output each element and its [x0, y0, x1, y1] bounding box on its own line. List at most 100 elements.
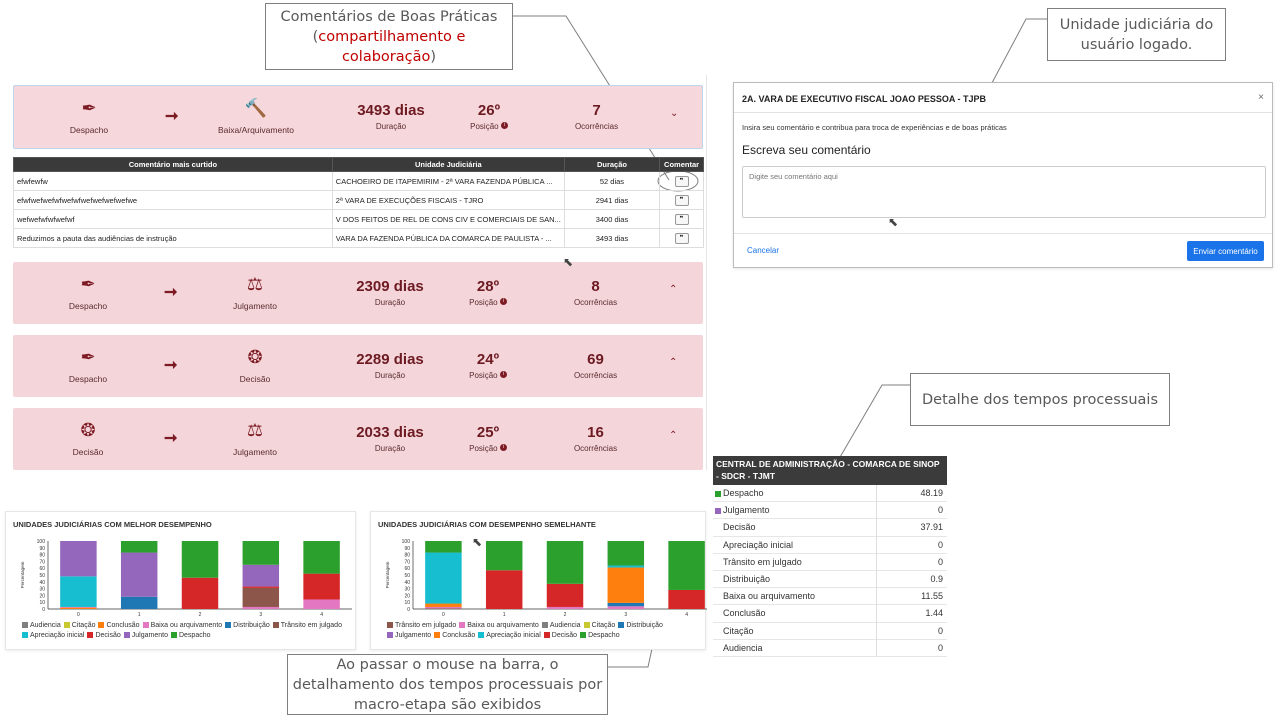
- y-tick-label: 50: [39, 573, 45, 579]
- bar-segment[interactable]: [120, 552, 158, 597]
- bar-segment[interactable]: [242, 541, 280, 565]
- bar-segment[interactable]: [607, 541, 645, 566]
- legend-item[interactable]: Citação: [63, 621, 95, 631]
- legend-item[interactable]: Julgamento: [387, 631, 431, 641]
- legend-item[interactable]: Apreciação inicial: [478, 631, 541, 641]
- divider: [876, 485, 877, 656]
- detail-row: Despacho 48.19: [713, 485, 947, 503]
- legend-item[interactable]: Distribuição: [618, 621, 663, 631]
- bar-segment[interactable]: [607, 565, 645, 568]
- bar-segment[interactable]: [425, 603, 462, 607]
- bar-segment[interactable]: [303, 599, 340, 609]
- bar-segment[interactable]: [60, 607, 97, 609]
- bar-segment[interactable]: [242, 606, 280, 609]
- bar-segment[interactable]: [607, 602, 645, 607]
- legend-item[interactable]: Julgamento: [123, 631, 168, 641]
- info-icon[interactable]: i: [500, 122, 508, 129]
- bar-segment[interactable]: [60, 541, 97, 577]
- legend-item[interactable]: Conclusão: [434, 631, 475, 641]
- legend-swatch: [98, 622, 105, 629]
- bar-segment[interactable]: [303, 573, 340, 600]
- comment-cell-action: ❞: [659, 228, 704, 248]
- send-comment-button[interactable]: Enviar comentário: [1187, 241, 1264, 261]
- chart-card-best: UNIDADES JUDICIÁRIAS COM MELHOR DESEMPEN…: [5, 511, 356, 650]
- bar-segment[interactable]: [485, 541, 523, 571]
- info-icon[interactable]: i: [499, 298, 507, 305]
- bar-segment[interactable]: [546, 606, 584, 609]
- comment-textarea[interactable]: [742, 166, 1266, 218]
- position-label: Posição: [469, 298, 498, 307]
- legend-item[interactable]: Baixa ou arquivamento: [459, 621, 539, 631]
- detail-row: Julgamento 0: [713, 502, 947, 520]
- detail-row: Baixa ou arquivamento 11.55: [713, 588, 947, 606]
- bar-segment[interactable]: [120, 596, 158, 609]
- legend-item[interactable]: Citação: [583, 621, 615, 631]
- bar-segment[interactable]: [425, 552, 462, 604]
- bar-segment[interactable]: [546, 583, 584, 607]
- chevron-icon[interactable]: ⌃: [669, 357, 677, 368]
- duration-label: Duração: [374, 371, 406, 380]
- flow-row[interactable]: ✒ Despacho ➞ 🔨 Baixa/Arquivamento 3493 d…: [13, 85, 703, 149]
- position-label: Posição: [470, 122, 499, 131]
- legend-item[interactable]: Apreciação inicial: [22, 631, 84, 641]
- cancel-button[interactable]: Cancelar: [747, 246, 779, 255]
- bar-segment[interactable]: [242, 564, 280, 587]
- legend-swatch: [87, 632, 94, 639]
- legend-item[interactable]: Distribuição: [225, 621, 270, 631]
- arrow-right-icon: ➞: [164, 284, 178, 301]
- flow-from: ✒ Despacho: [43, 335, 133, 384]
- detail-value: 0: [937, 539, 943, 550]
- bar-segment[interactable]: [60, 576, 97, 607]
- flow-row[interactable]: ✒ Despacho ➞ ❂ Decisão 2289 dias Duração…: [13, 335, 703, 397]
- bar-segment[interactable]: [607, 567, 645, 603]
- y-axis-label: Percentagem: [385, 561, 390, 588]
- info-icon[interactable]: i: [499, 371, 507, 378]
- comment-button-icon[interactable]: ❞: [674, 194, 689, 206]
- bar-segment[interactable]: [607, 606, 645, 609]
- bar-segment[interactable]: [425, 541, 462, 553]
- legend-item[interactable]: Despacho: [580, 631, 620, 641]
- bar-segment[interactable]: [120, 541, 158, 553]
- legend-item[interactable]: Trânsito em julgado: [387, 621, 456, 631]
- bar-segment[interactable]: [546, 541, 584, 584]
- legend-item[interactable]: Decisão: [543, 631, 578, 641]
- comment-cell-action: ❞: [659, 190, 704, 210]
- bar-segment[interactable]: [181, 577, 219, 609]
- legend-item[interactable]: Conclusão: [98, 621, 140, 631]
- comment-button-icon[interactable]: ❞: [674, 232, 689, 244]
- legend-item[interactable]: Despacho: [170, 631, 211, 641]
- chevron-icon[interactable]: ⌃: [669, 284, 677, 295]
- table-row: wefwefwfwfwefwf V DOS FEITOS DE REL DE C…: [13, 209, 704, 229]
- close-icon[interactable]: ×: [1258, 92, 1264, 103]
- bar-segment[interactable]: [485, 570, 523, 609]
- bar-segment[interactable]: [668, 589, 705, 609]
- chevron-icon[interactable]: ⌄: [670, 108, 678, 119]
- comment-button-icon[interactable]: ❞: [674, 175, 689, 187]
- comment-button-icon[interactable]: ❞: [674, 213, 689, 225]
- bar-segment[interactable]: [242, 586, 280, 588]
- bar-segment[interactable]: [425, 606, 462, 609]
- bar-segment[interactable]: [60, 606, 97, 608]
- flow-row[interactable]: ✒ Despacho ➞ ⚖ Julgamento 2309 dias Dura…: [13, 262, 703, 324]
- occurrences-label: Ocorrências: [573, 298, 618, 307]
- flow-row[interactable]: ❂ Decisão ➞ ⚖ Julgamento 2033 dias Duraç…: [13, 408, 703, 470]
- flow-from: ❂ Decisão: [43, 408, 133, 457]
- legend-item[interactable]: Audiencia: [22, 621, 61, 631]
- legend-swatch: [22, 632, 28, 639]
- bar-segment[interactable]: [242, 587, 280, 607]
- legend-item[interactable]: Audiencia: [541, 621, 581, 631]
- legend-item[interactable]: Trânsito em julgado: [272, 621, 342, 631]
- bar-segment[interactable]: [181, 541, 219, 578]
- legend-label: Decisão: [551, 632, 578, 639]
- bar-segment[interactable]: [425, 608, 462, 609]
- legend-item[interactable]: Baixa ou arquivamento: [142, 621, 222, 631]
- bar-segment[interactable]: [668, 541, 705, 590]
- info-icon[interactable]: i: [499, 444, 507, 451]
- legend-item[interactable]: Decisão: [87, 631, 121, 641]
- mouse-cursor-icon: ⬉: [563, 255, 574, 269]
- detail-value: 0: [937, 505, 943, 516]
- y-tick-label: 30: [404, 587, 410, 593]
- flow-to-label: Baixa/Arquivamento: [217, 125, 295, 135]
- bar-segment[interactable]: [303, 541, 340, 574]
- chevron-icon[interactable]: ⌃: [669, 430, 677, 441]
